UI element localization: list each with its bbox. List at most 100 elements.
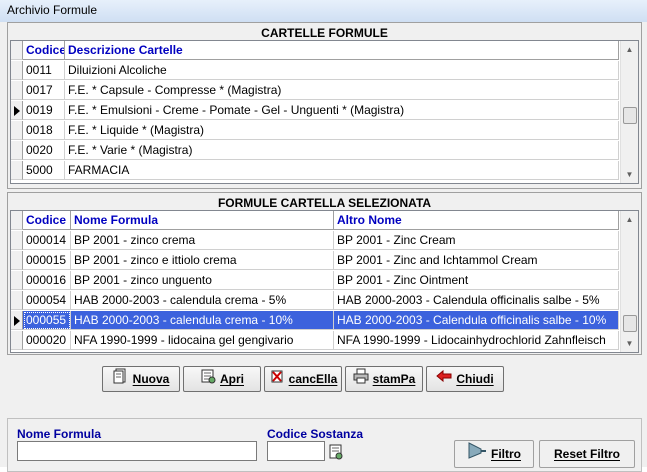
filtro-button[interactable]: Filtro bbox=[454, 440, 534, 468]
row-indicator[interactable] bbox=[11, 101, 23, 120]
stampa-label: stamPa bbox=[372, 372, 416, 386]
scroll-down-icon[interactable]: ▼ bbox=[621, 335, 638, 352]
row-indicator[interactable] bbox=[11, 271, 23, 290]
row-indicator[interactable] bbox=[11, 331, 23, 350]
cartelle-cell-codice[interactable]: 0020 bbox=[23, 141, 65, 160]
print-icon bbox=[353, 368, 369, 392]
cartelle-row[interactable]: 0020 F.E. * Varie * (Magistra) bbox=[11, 141, 619, 161]
cartelle-row[interactable]: 0017 F.E. * Capsule - Compresse * (Magist… bbox=[11, 81, 619, 101]
formule-title: FORMULE CARTELLA SELEZIONATA bbox=[217, 196, 432, 210]
cartelle-col-codice[interactable]: Codice bbox=[23, 41, 65, 60]
reset-filtro-button[interactable]: Reset Filtro bbox=[539, 440, 635, 468]
cartelle-cell-descrizione[interactable]: F.E. * Varie * (Magistra) bbox=[65, 141, 619, 160]
chiudi-button[interactable]: Chiudi bbox=[426, 366, 504, 392]
window-titlebar: Archivio Formule bbox=[0, 0, 647, 23]
cancella-button[interactable]: cancElla bbox=[264, 366, 342, 392]
cartelle-cell-descrizione[interactable]: F.E. * Capsule - Compresse * (Magistra) bbox=[65, 81, 619, 100]
cartelle-cell-descrizione[interactable]: FARMACIA bbox=[65, 161, 619, 180]
codice-sostanza-input[interactable] bbox=[267, 441, 325, 461]
row-indicator[interactable] bbox=[11, 81, 23, 100]
cartelle-grid[interactable]: Codice Descrizione Cartelle 0011 Diluizio… bbox=[10, 40, 639, 184]
cartelle-row[interactable]: 5000 FARMACIA bbox=[11, 161, 619, 181]
formule-col-altro[interactable]: Altro Nome bbox=[334, 211, 619, 230]
row-indicator[interactable] bbox=[11, 161, 23, 180]
row-indicator[interactable] bbox=[11, 251, 23, 270]
row-indicator[interactable] bbox=[11, 141, 23, 160]
formule-cell-altro[interactable]: HAB 2000-2003 - Calendula officinalis sa… bbox=[334, 291, 619, 310]
row-indicator[interactable] bbox=[11, 291, 23, 310]
nuova-button[interactable]: Nuova bbox=[102, 366, 180, 392]
formule-cell-codice[interactable]: 000016 bbox=[23, 271, 71, 290]
apri-button[interactable]: Apri bbox=[183, 366, 261, 392]
cartelle-cell-codice[interactable]: 0018 bbox=[23, 121, 65, 140]
formule-cell-nome[interactable]: HAB 2000-2003 - calendula crema - 10% bbox=[71, 311, 334, 330]
scroll-thumb[interactable] bbox=[623, 315, 637, 332]
formule-col-nome[interactable]: Nome Formula bbox=[71, 211, 334, 230]
formule-cell-codice[interactable]: 000015 bbox=[23, 251, 71, 270]
formule-row[interactable]: 000054 HAB 2000-2003 - calendula crema - … bbox=[11, 291, 619, 311]
cartelle-col-descrizione[interactable]: Descrizione Cartelle bbox=[65, 41, 619, 60]
filter-panel: Nome Formula Codice Sostanza Filtro Rese… bbox=[7, 418, 642, 472]
formule-cell-nome[interactable]: BP 2001 - zinco unguento bbox=[71, 271, 334, 290]
formule-cell-altro[interactable]: HAB 2000-2003 - Calendula officinalis sa… bbox=[334, 311, 619, 330]
scroll-down-icon[interactable]: ▼ bbox=[621, 166, 638, 183]
formule-cell-codice[interactable]: 000055 bbox=[23, 311, 71, 330]
formule-cell-altro[interactable]: BP 2001 - Zinc Cream bbox=[334, 231, 619, 250]
new-document-icon bbox=[113, 368, 129, 392]
formule-cell-nome[interactable]: NFA 1990-1999 - lidocaina gel gengivario bbox=[71, 331, 334, 350]
formule-cell-codice[interactable]: 000054 bbox=[23, 291, 71, 310]
formule-row[interactable]: 000015 BP 2001 - zinco e ittiolo crema BP … bbox=[11, 251, 619, 271]
nome-formula-input[interactable] bbox=[17, 441, 257, 461]
cartelle-cell-codice[interactable]: 0017 bbox=[23, 81, 65, 100]
stampa-button[interactable]: stamPa bbox=[345, 366, 423, 392]
row-indicator-header bbox=[11, 41, 23, 60]
row-indicator[interactable] bbox=[11, 61, 23, 80]
formule-cell-nome[interactable]: HAB 2000-2003 - calendula crema - 5% bbox=[71, 291, 334, 310]
formule-grid[interactable]: Codice Nome Formula Altro Nome 000014 BP … bbox=[10, 210, 639, 353]
cartelle-cell-codice[interactable]: 5000 bbox=[23, 161, 65, 180]
cartelle-cell-codice[interactable]: 0019 bbox=[23, 101, 65, 120]
apri-label: Apri bbox=[220, 372, 244, 386]
scroll-up-icon[interactable]: ▲ bbox=[621, 41, 638, 58]
formule-row[interactable]: 000016 BP 2001 - zinco unguento BP 2001 - … bbox=[11, 271, 619, 291]
current-row-arrow-icon bbox=[14, 316, 20, 326]
cartelle-row[interactable]: 0019 F.E. * Emulsioni - Creme - Pomate - … bbox=[11, 101, 619, 121]
window-title: Archivio Formule bbox=[7, 3, 98, 17]
reset-filtro-label: Reset Filtro bbox=[553, 447, 620, 461]
cartelle-cell-descrizione[interactable]: F.E. * Emulsioni - Creme - Pomate - Gel … bbox=[65, 101, 619, 120]
cartelle-cell-descrizione[interactable]: Diluizioni Alcoliche bbox=[65, 61, 619, 80]
nuova-label: Nuova bbox=[132, 372, 170, 386]
cartelle-cell-codice[interactable]: 0011 bbox=[23, 61, 65, 80]
formule-panel: FORMULE CARTELLA SELEZIONATA Codice Nome… bbox=[7, 192, 642, 355]
row-indicator[interactable] bbox=[11, 121, 23, 140]
formule-col-codice[interactable]: Codice bbox=[23, 211, 71, 230]
cartelle-title: CARTELLE FORMULE bbox=[261, 26, 388, 40]
cartelle-cell-descrizione[interactable]: F.E. * Liquide * (Magistra) bbox=[65, 121, 619, 140]
row-indicator[interactable] bbox=[11, 311, 23, 330]
cartelle-header-row: Codice Descrizione Cartelle bbox=[11, 41, 619, 61]
formule-cell-altro[interactable]: NFA 1990-1999 - Lidocainhydrochlorid Zah… bbox=[334, 331, 619, 350]
cartelle-row[interactable]: 0018 F.E. * Liquide * (Magistra) bbox=[11, 121, 619, 141]
scroll-up-icon[interactable]: ▲ bbox=[621, 211, 638, 228]
formule-cell-altro[interactable]: BP 2001 - Zinc and Ichtammol Cream bbox=[334, 251, 619, 270]
formule-cell-altro[interactable]: BP 2001 - Zinc Ointment bbox=[334, 271, 619, 290]
formule-cell-codice[interactable]: 000020 bbox=[23, 331, 71, 350]
formule-row[interactable]: 000020 NFA 1990-1999 - lidocaina gel geng… bbox=[11, 331, 619, 351]
cancella-label: cancElla bbox=[288, 372, 338, 386]
scroll-thumb[interactable] bbox=[623, 107, 637, 124]
formule-scrollbar[interactable]: ▲ ▼ bbox=[620, 211, 638, 352]
row-indicator[interactable] bbox=[11, 231, 23, 250]
codice-sostanza-label: Codice Sostanza bbox=[267, 427, 364, 441]
open-document-icon bbox=[200, 368, 216, 392]
cartelle-row[interactable]: 0011 Diluizioni Alcoliche bbox=[11, 61, 619, 81]
formule-row[interactable]: 000055 HAB 2000-2003 - calendula crema - … bbox=[11, 311, 619, 331]
formule-row[interactable]: 000014 BP 2001 - zinco crema BP 2001 - Zin… bbox=[11, 231, 619, 251]
formule-cell-codice[interactable]: 000014 bbox=[23, 231, 71, 250]
lookup-icon[interactable] bbox=[327, 443, 345, 461]
formule-cell-nome[interactable]: BP 2001 - zinco e ittiolo crema bbox=[71, 251, 334, 270]
formule-cell-nome[interactable]: BP 2001 - zinco crema bbox=[71, 231, 334, 250]
current-row-arrow-icon bbox=[14, 106, 20, 116]
filter-funnel-icon bbox=[467, 441, 487, 468]
cartelle-scrollbar[interactable]: ▲ ▼ bbox=[620, 41, 638, 183]
chiudi-label: Chiudi bbox=[456, 372, 494, 386]
